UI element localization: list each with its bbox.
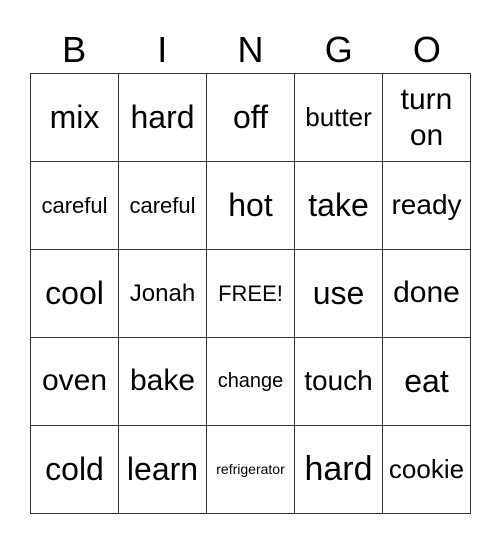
bingo-cell[interactable]: oven: [31, 338, 119, 426]
bingo-cell[interactable]: hot: [207, 162, 295, 250]
bingo-cell[interactable]: careful: [119, 162, 207, 250]
bingo-cell[interactable]: off: [207, 74, 295, 162]
bingo-cell[interactable]: refrigerator: [207, 426, 295, 514]
header-letter-g: G: [324, 29, 353, 70]
bingo-cell[interactable]: learn: [119, 426, 207, 514]
header-letter-b: B: [62, 29, 87, 70]
header-letter-n: N: [237, 29, 264, 70]
bingo-card: mix hard off butter turn on careful care…: [30, 73, 471, 514]
header-letter-o: O: [412, 29, 441, 70]
bingo-cell[interactable]: change: [207, 338, 295, 426]
header-letter-i: I: [157, 29, 168, 70]
bingo-cell[interactable]: cool: [31, 250, 119, 338]
bingo-cell[interactable]: mix: [31, 74, 119, 162]
bingo-cell[interactable]: turn on: [383, 74, 471, 162]
bingo-cell[interactable]: done: [383, 250, 471, 338]
bingo-cell[interactable]: hard: [119, 74, 207, 162]
bingo-cell[interactable]: cookie: [383, 426, 471, 514]
bingo-cell[interactable]: touch: [295, 338, 383, 426]
bingo-cell[interactable]: use: [295, 250, 383, 338]
free-space[interactable]: FREE!: [207, 250, 295, 338]
bingo-header: B I N G O: [30, 28, 471, 72]
bingo-cell[interactable]: ready: [383, 162, 471, 250]
bingo-cell[interactable]: take: [295, 162, 383, 250]
bingo-cell[interactable]: butter: [295, 74, 383, 162]
bingo-cell[interactable]: hard: [295, 426, 383, 514]
bingo-cell[interactable]: cold: [31, 426, 119, 514]
bingo-cell[interactable]: Jonah: [119, 250, 207, 338]
bingo-cell[interactable]: eat: [383, 338, 471, 426]
bingo-cell[interactable]: bake: [119, 338, 207, 426]
bingo-cell[interactable]: careful: [31, 162, 119, 250]
